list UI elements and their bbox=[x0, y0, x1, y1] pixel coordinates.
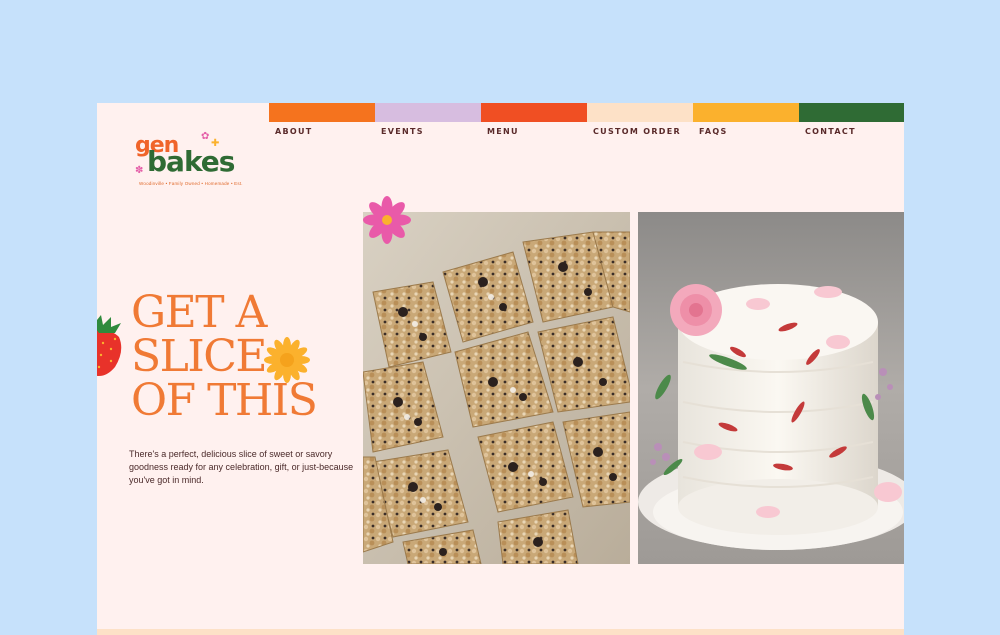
nav-color-bar bbox=[693, 103, 799, 122]
genbakes-logo[interactable]: gen ✿ ✚ ✽ bakes Woodinville • Family Own… bbox=[135, 131, 260, 189]
main-nav: ABOUT EVENTS MENU CUSTOM ORDER FAQS CONT… bbox=[269, 103, 904, 143]
nav-color-bar bbox=[375, 103, 481, 122]
headline-line: GET A bbox=[131, 287, 267, 338]
nav-item-label: CONTACT bbox=[805, 127, 856, 136]
headline-line: OF THIS bbox=[131, 375, 318, 426]
logo-bakes-text: bakes bbox=[147, 145, 235, 178]
nav-item-label: MENU bbox=[487, 127, 519, 136]
bottom-divider bbox=[97, 629, 904, 635]
nav-color-bar bbox=[481, 103, 587, 122]
nav-item-label: FAQS bbox=[699, 127, 728, 136]
nav-item-label: ABOUT bbox=[275, 127, 313, 136]
pink-flower-icon bbox=[363, 196, 411, 244]
nav-item-about[interactable]: ABOUT bbox=[269, 103, 375, 143]
hero-headline: GET A SLICE OF THIS bbox=[131, 291, 371, 423]
hero-description: There's a perfect, delicious slice of sw… bbox=[129, 449, 354, 485]
strawberry-icon bbox=[97, 315, 122, 376]
cake-photo bbox=[638, 212, 904, 564]
website-page: gen ✿ ✚ ✽ bakes Woodinville • Family Own… bbox=[97, 103, 904, 635]
headline-line: SLICE bbox=[131, 331, 268, 382]
nav-item-contact[interactable]: CONTACT bbox=[799, 103, 904, 143]
logo-tagline: Woodinville • Family Owned • Homemade • … bbox=[139, 181, 243, 186]
nav-color-bar bbox=[799, 103, 904, 122]
nav-item-menu[interactable]: MENU bbox=[481, 103, 587, 143]
nav-item-custom-order[interactable]: CUSTOM ORDER bbox=[587, 103, 693, 143]
treats-photo bbox=[363, 212, 630, 564]
sparkle-icon: ✽ bbox=[135, 165, 144, 176]
sparkle-icon: ✿ bbox=[201, 131, 210, 142]
nav-item-label: EVENTS bbox=[381, 127, 424, 136]
yellow-flower-icon bbox=[264, 337, 310, 383]
nav-color-bar bbox=[587, 103, 693, 122]
nav-item-events[interactable]: EVENTS bbox=[375, 103, 481, 143]
nav-item-label: CUSTOM ORDER bbox=[593, 127, 681, 136]
nav-item-faqs[interactable]: FAQS bbox=[693, 103, 799, 143]
nav-color-bar bbox=[269, 103, 375, 122]
